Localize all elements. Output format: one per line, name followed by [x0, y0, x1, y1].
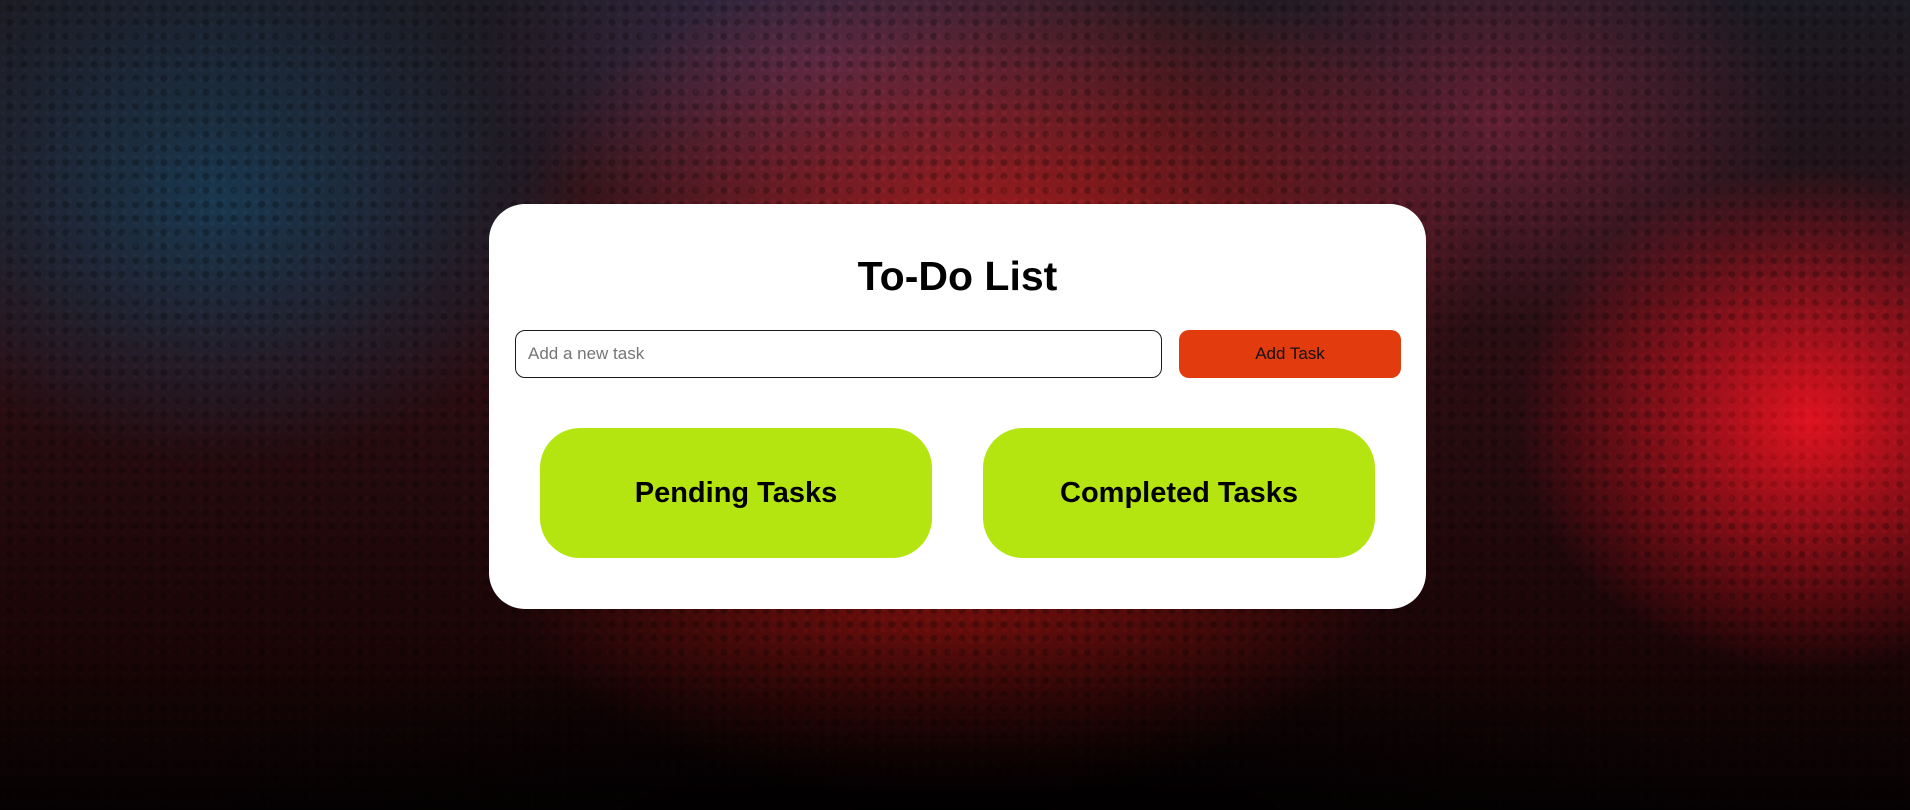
completed-tasks-heading: Completed Tasks	[1060, 476, 1298, 509]
new-task-input[interactable]	[515, 330, 1162, 378]
pending-tasks-panel: Pending Tasks	[540, 428, 932, 558]
page-title: To-Do List	[857, 253, 1058, 299]
pending-tasks-heading: Pending Tasks	[634, 476, 838, 509]
add-task-button[interactable]: Add Task	[1179, 330, 1401, 378]
completed-tasks-panel: Completed Tasks	[983, 428, 1375, 558]
todo-card: To-Do List Add Task Pending Tasks Comple…	[489, 204, 1426, 609]
